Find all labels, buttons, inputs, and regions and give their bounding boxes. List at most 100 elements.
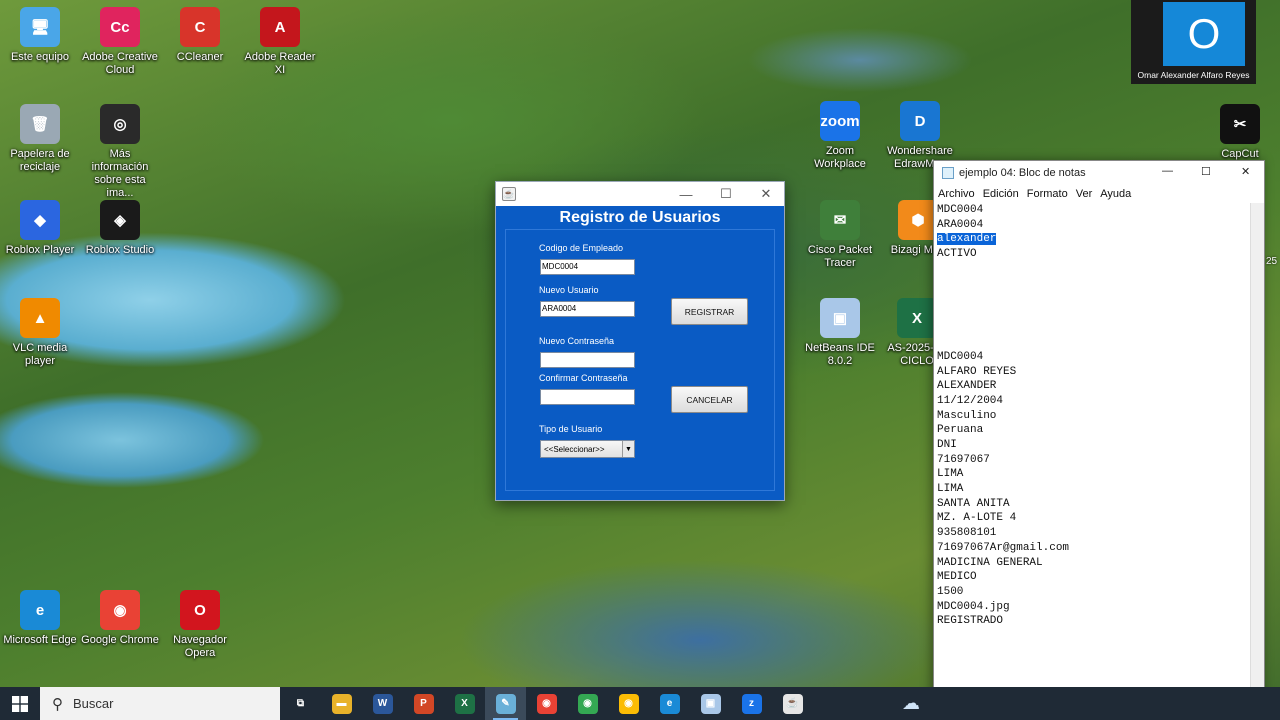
usuario-input[interactable]: ARA0004 [540, 301, 635, 317]
desktop-icon-label: Navegador Opera [173, 634, 227, 659]
onedrive-icon[interactable]: ☁ [902, 693, 920, 714]
desktop-icon-opera[interactable]: O Navegador Opera [160, 590, 240, 660]
text-line-content: MEDICO [937, 571, 977, 584]
taskbar-chrome-1[interactable]: ◉ [526, 687, 567, 720]
text-line: MZ. A-LOTE 4 [937, 511, 1250, 526]
desktop-icon-label: Roblox Player [5, 244, 75, 256]
menu-ver[interactable]: Ver [1076, 188, 1093, 200]
desktop-icon-vlc[interactable]: ▲ VLC media player [0, 298, 80, 368]
text-line-content: MADICINA GENERAL [937, 556, 1043, 569]
desktop-icon-info-camera[interactable]: ◎ Más información sobre esta ima... [80, 104, 160, 200]
desktop-icon-roblox-player[interactable]: ◆ Roblox Player [0, 200, 80, 257]
opera-icon: O [180, 590, 220, 630]
java-icon: ☕ [782, 693, 803, 714]
cancelar-button[interactable]: CANCELAR [671, 386, 748, 413]
desktop-icon-chrome[interactable]: ◉ Google Chrome [80, 590, 160, 647]
text-line: LIMA [937, 482, 1250, 497]
desktop-icon-adobe-reader[interactable]: A Adobe Reader XI [240, 7, 320, 77]
text-line: MDC0004.jpg [937, 600, 1250, 615]
taskbar-word[interactable]: W [362, 687, 403, 720]
taskbar-file-explorer[interactable]: ▬ [321, 687, 362, 720]
netbeans-icon: ▣ [700, 693, 721, 714]
text-line [937, 335, 1250, 350]
minimize-button[interactable]: — [1162, 165, 1173, 177]
zoom-icon: z [741, 693, 762, 714]
close-button[interactable]: ✕ [1241, 165, 1250, 178]
tipo-select[interactable]: <<Seleccionar>> ▼ [540, 440, 635, 458]
text-line: DNI [937, 438, 1250, 453]
desktop-icon-packet-tracer[interactable]: ✉ Cisco Packet Tracer [800, 200, 880, 270]
text-line-content: ACTIVO [937, 248, 977, 261]
computer-icon: 🖥 [20, 7, 60, 47]
desktop-icon-netbeans[interactable]: ▣ NetBeans IDE 8.0.2 [800, 298, 880, 368]
registrar-button[interactable]: REGISTRAR [671, 298, 748, 325]
tipo-label: Tipo de Usuario [539, 424, 603, 434]
zoom-icon: zoom [820, 101, 860, 141]
contrasena-input[interactable] [540, 352, 635, 368]
text-line-content: alexander [937, 233, 997, 246]
desktop-icon-label: Papelera de reciclaje [10, 148, 70, 173]
vertical-scrollbar[interactable] [1250, 203, 1264, 719]
menu-edición[interactable]: Edición [983, 188, 1019, 200]
contrasena-label: Nuevo Contraseña [539, 336, 615, 346]
windows-icon [12, 695, 28, 712]
menu-ayuda[interactable]: Ayuda [1100, 188, 1131, 200]
text-line-content: 71697067Ar@gmail.com [937, 541, 1070, 554]
taskbar-chrome-3[interactable]: ◉ [608, 687, 649, 720]
confirmar-label: Confirmar Contraseña [539, 373, 628, 383]
java-icon: ☕ [502, 187, 516, 201]
taskbar-task-view[interactable]: ⧉ [280, 687, 321, 720]
start-button[interactable] [0, 687, 40, 720]
taskbar-powerpoint[interactable]: P [403, 687, 444, 720]
taskbar-edge[interactable]: e [649, 687, 690, 720]
desktop-icon-label: CCleaner [176, 51, 224, 63]
taskbar-search[interactable]: ⚲ Buscar [40, 687, 280, 720]
menu-archivo[interactable]: Archivo [938, 188, 975, 200]
text-line: ALFARO REYES [937, 365, 1250, 380]
desktop-icon-creative-cloud[interactable]: Cc Adobe Creative Cloud [80, 7, 160, 77]
desktop-icon-ccleaner[interactable]: C CCleaner [160, 7, 240, 64]
bizagi-icon: ⬢ [898, 200, 938, 240]
notepad-window: ejemplo 04: Bloc de notas — ☐ ✕ Archivo E… [933, 160, 1265, 720]
chrome-3-icon: ◉ [618, 693, 639, 714]
text-line-content: ALFARO REYES [937, 365, 1017, 378]
desktop-icon-computer[interactable]: 🖥 Este equipo [0, 7, 80, 64]
text-line: 1500 [937, 585, 1250, 600]
maximize-button[interactable]: ☐ [1201, 165, 1211, 178]
file-explorer-icon: ▬ [331, 693, 352, 714]
codigo-input[interactable]: MDC0004 [540, 259, 635, 275]
netbeans-icon: ▣ [820, 298, 860, 338]
notepad-titlebar[interactable]: ejemplo 04: Bloc de notas — ☐ ✕ [934, 161, 1264, 185]
text-line: ACTIVO [937, 247, 1250, 262]
taskbar-zoom[interactable]: z [731, 687, 772, 720]
adobe-reader-icon: A [260, 7, 300, 47]
registro-titlebar[interactable]: ☕ — ☐ ✕ [496, 182, 784, 206]
text-line-content: MDC0004 [937, 350, 984, 363]
desktop-icon-roblox-studio[interactable]: ◈ Roblox Studio [80, 200, 160, 257]
confirmar-input[interactable] [540, 389, 635, 405]
tipo-select-value: <<Seleccionar>> [544, 444, 605, 454]
chevron-down-icon[interactable]: ▼ [622, 441, 634, 457]
menu-formato[interactable]: Formato [1027, 188, 1068, 200]
desktop-icon-recycle-bin[interactable]: 🗑 Papelera de reciclaje [0, 104, 80, 174]
desktop-icon-zoom[interactable]: zoom Zoom Workplace [800, 101, 880, 171]
desktop-icon-capcut[interactable]: ✂ CapCut [1200, 104, 1280, 161]
desktop-icon-edge[interactable]: e Microsoft Edge [0, 590, 80, 647]
teams-call-tile[interactable]: O Omar Alexander Alfaro Reyes [1131, 0, 1256, 84]
notepad-text-area[interactable]: MDC0004 ARA0004 alexander ACTIVO MDC0004 ALFA… [937, 203, 1250, 719]
participant-name: Omar Alexander Alfaro Reyes [1137, 70, 1250, 80]
maximize-button[interactable]: ☐ [706, 182, 746, 206]
text-line: ARA0004 [937, 218, 1250, 233]
taskbar-chrome-2[interactable]: ◉ [567, 687, 608, 720]
text-line [937, 276, 1250, 291]
search-icon: ⚲ [52, 695, 63, 713]
taskbar-netbeans[interactable]: ▣ [690, 687, 731, 720]
edge-icon: e [20, 590, 60, 630]
text-line: 11/12/2004 [937, 394, 1250, 409]
minimize-button[interactable]: — [666, 182, 706, 206]
close-button[interactable]: ✕ [746, 182, 786, 206]
taskbar-notepad[interactable]: ✎ [485, 687, 526, 720]
taskbar-java[interactable]: ☕ [772, 687, 813, 720]
taskbar-excel[interactable]: X [444, 687, 485, 720]
creative-cloud-icon: Cc [100, 7, 140, 47]
